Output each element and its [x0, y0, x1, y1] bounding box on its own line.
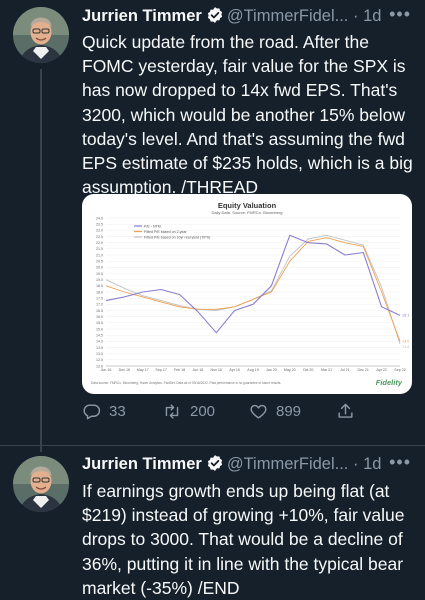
y-tick-label: 18.0 — [96, 290, 103, 294]
separator-dot: · — [352, 7, 359, 25]
chart-legend: P/E - NTM Fitted P/E based on 2-yearFitte… — [134, 224, 210, 239]
chart-end-labels: 16.1 14.013.8 — [402, 314, 409, 349]
y-tick-label: 17.5 — [96, 296, 103, 300]
more-icon[interactable]: ••• — [389, 4, 411, 25]
y-tick-label: 15.5 — [96, 321, 103, 325]
y-tick-label: 13.0 — [96, 352, 103, 356]
y-tick-label: 21.0 — [96, 253, 103, 257]
display-name[interactable]: Jurrien Timmer — [82, 7, 202, 25]
legend-label: Fitted P/E based on 2-year — [144, 230, 188, 234]
x-tick-label: Aug 19 — [247, 368, 258, 372]
chart-grid — [106, 217, 400, 367]
reply-count: 33 — [109, 403, 126, 420]
series-line — [105, 234, 401, 334]
timestamp[interactable]: 1d — [363, 455, 381, 473]
x-tick-label: Dec 21 — [358, 368, 369, 372]
x-tick-label: Oct 20 — [303, 368, 314, 372]
legend-label: P/E - NTM — [144, 224, 161, 228]
y-tick-label: 12.5 — [96, 358, 103, 362]
y-tick-label: 20.0 — [96, 266, 103, 270]
y-tick-label: 13.5 — [96, 346, 103, 350]
chart-title: Equity Valuation — [218, 201, 277, 210]
retweet-count: 200 — [190, 403, 216, 420]
like-icon — [250, 404, 267, 419]
handle[interactable]: @TimmerFidel... — [227, 455, 349, 473]
like-count: 899 — [276, 403, 302, 420]
end-value-label: 14.0 — [402, 340, 409, 344]
reply-icon — [83, 404, 101, 420]
tweet-text: Quick update from the road. After the FO… — [82, 32, 413, 198]
y-tick-label: 23.0 — [96, 229, 103, 233]
tweet-media-chart[interactable]: Equity Valuation Daily Data. Source: FMR… — [82, 194, 412, 394]
handle[interactable]: @TimmerFidel... — [227, 7, 349, 25]
reply-button[interactable]: 33 — [82, 402, 126, 421]
tweet[interactable]: Jurrien Timmer @TimmerFidel... · 1d ••• I… — [0, 446, 425, 598]
x-tick-label: May 17 — [137, 368, 149, 372]
tweet-actions: 33 200 899 — [82, 402, 412, 430]
x-tick-label: Dec 16 — [119, 368, 130, 372]
x-tick-label: Sep 22 — [394, 368, 405, 372]
x-tick-label: Mar 21 — [321, 368, 332, 372]
verified-badge-icon — [206, 6, 224, 29]
timestamp[interactable]: 1d — [363, 7, 381, 25]
tweet-text: If earnings growth ends up being flat (a… — [82, 481, 405, 598]
y-tick-label: 18.5 — [96, 284, 103, 288]
y-tick-label: 22.0 — [96, 241, 103, 245]
equity-valuation-chart: Equity Valuation Daily Data. Source: FMR… — [91, 201, 409, 387]
y-tick-label: 16.0 — [96, 315, 103, 319]
y-tick-label: 17.0 — [96, 303, 103, 307]
display-name[interactable]: Jurrien Timmer — [82, 455, 202, 473]
verified-badge-icon — [206, 454, 224, 477]
more-icon[interactable]: ••• — [389, 452, 411, 473]
x-tick-label: May 20 — [284, 368, 296, 372]
svg-text:Fidelity: Fidelity — [376, 378, 403, 387]
x-tick-label: Apr 22 — [376, 368, 387, 372]
chart-source-note: Data source: FMRCo, Bloomberg, Haver Ana… — [91, 381, 281, 385]
avatar[interactable] — [13, 7, 69, 63]
x-axis: Jun 16 Dec 16 May 17 Sep 17 Feb 18 Jun 18 Nov … — [101, 368, 406, 372]
share-button[interactable] — [336, 402, 355, 421]
y-tick-label: 19.5 — [96, 272, 103, 276]
end-value-label: 13.8 — [402, 345, 409, 349]
x-tick-label: Jul 21 — [340, 368, 350, 372]
chart-series — [105, 234, 401, 344]
y-tick-label: 20.5 — [96, 259, 103, 263]
x-tick-label: Apr 19 — [229, 368, 240, 372]
x-tick-label: Nov 18 — [211, 368, 222, 372]
end-value-label: 16.1 — [402, 314, 409, 318]
like-button[interactable]: 899 — [249, 402, 301, 421]
y-tick-label: 22.5 — [96, 235, 103, 239]
avatar-photo — [13, 456, 69, 512]
y-tick-label: 14.5 — [96, 333, 103, 337]
tweet-header: Jurrien Timmer @TimmerFidel... · 1d ••• — [82, 452, 417, 478]
retweet-button[interactable]: 200 — [162, 402, 215, 421]
x-tick-label: Feb 18 — [174, 368, 185, 372]
fidelity-logo: Fidelity — [376, 378, 403, 387]
y-axis: 24.0 23.5 23.0 22.5 22.0 21.5 21.0 20.5 20.0 19.5… — [96, 216, 103, 368]
y-tick-label: 23.5 — [96, 222, 103, 226]
x-tick-label: Jan 20 — [266, 368, 277, 372]
legend-label: Fitted P/E based on 10yr real yield (TIP… — [144, 235, 210, 239]
tweet-header: Jurrien Timmer @TimmerFidel... · 1d ••• — [82, 4, 417, 30]
y-tick-label: 19.0 — [96, 278, 103, 282]
x-tick-label: Sep 17 — [155, 368, 166, 372]
retweet-icon — [165, 404, 179, 419]
x-tick-label: Jun 18 — [192, 368, 203, 372]
thread-connector — [40, 69, 42, 452]
y-tick-label: 16.5 — [96, 309, 103, 313]
chart-subtitle: Daily Data. Source: FMRCo, Bloomberg — [212, 210, 283, 215]
y-tick-label: 15.0 — [96, 327, 103, 331]
tweet[interactable]: Jurrien Timmer @TimmerFidel... · 1d ••• Q… — [0, 0, 425, 452]
y-tick-label: 14.0 — [96, 340, 103, 344]
series-line — [105, 234, 401, 344]
avatar[interactable] — [13, 456, 69, 512]
avatar-photo — [13, 7, 69, 63]
y-tick-label: 24.0 — [96, 216, 103, 220]
x-tick-label: Jun 16 — [101, 368, 112, 372]
separator-dot: · — [352, 455, 359, 473]
y-tick-label: 21.5 — [96, 247, 103, 251]
share-icon — [338, 403, 353, 418]
